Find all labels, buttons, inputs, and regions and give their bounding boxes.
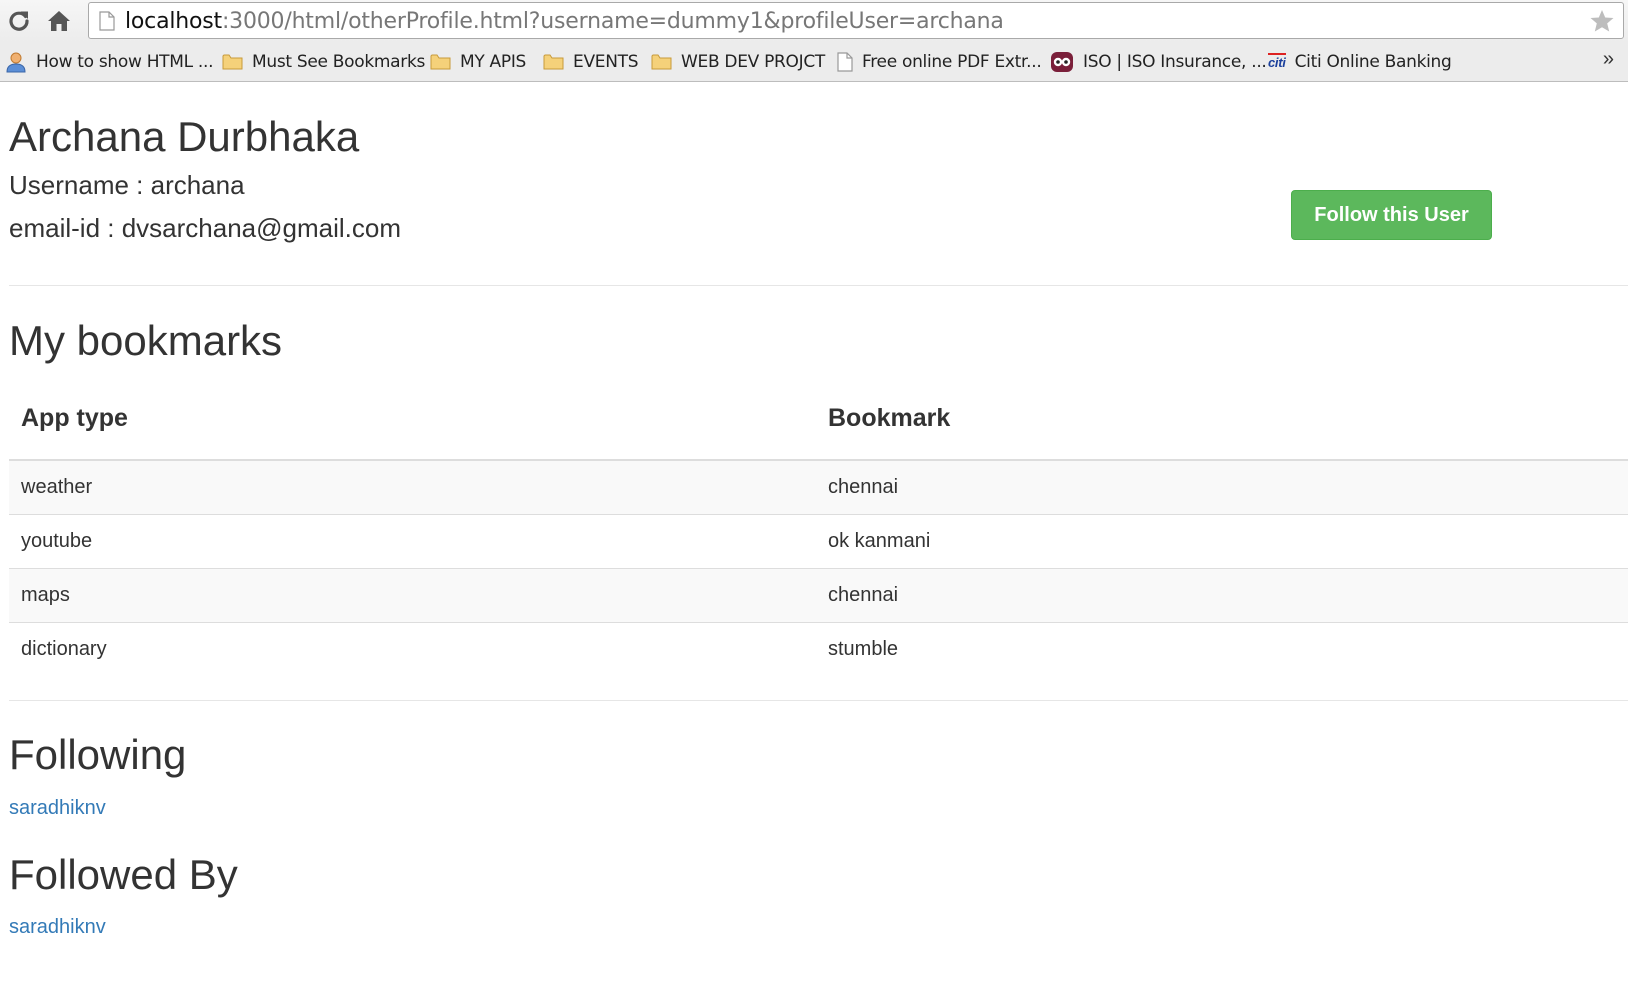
bookmark-item-citi[interactable]: citi Citi Online Banking <box>1268 49 1452 75</box>
bookmarks-bar: How to show HTML ... Must See Bookmarks … <box>0 43 1628 82</box>
table-row: youtube ok kanmani <box>9 514 1628 569</box>
bookmark-folder-my-apis[interactable]: MY APIS <box>430 49 526 75</box>
following-section-title: Following <box>9 731 187 778</box>
bookmark-label: WEB DEV PROJCT <box>681 52 825 72</box>
profile-username: Username : archana <box>9 170 245 200</box>
folder-icon <box>222 53 243 71</box>
followed-by-section-title: Followed By <box>9 851 238 898</box>
url-host: localhost <box>125 9 222 34</box>
table-header-row: App type Bookmark <box>9 377 1628 461</box>
column-header-bookmark: Bookmark <box>816 377 1628 461</box>
citi-logo-text: citi <box>1268 52 1286 70</box>
divider <box>9 700 1628 701</box>
cell-app-type: weather <box>9 459 816 515</box>
cell-app-type: dictionary <box>9 622 816 676</box>
bookmark-item-html[interactable]: How to show HTML ... <box>5 49 214 75</box>
folder-icon <box>543 53 564 71</box>
cell-bookmark: ok kanmani <box>816 514 1628 569</box>
bookmark-folder-web-dev[interactable]: WEB DEV PROJCT <box>651 49 825 75</box>
folder-icon <box>430 53 451 71</box>
cell-bookmark: chennai <box>816 459 1628 515</box>
more-bookmarks-chevron-icon[interactable]: » <box>1603 48 1614 71</box>
bookmark-label: MY APIS <box>460 52 527 72</box>
bookmark-label: Must See Bookmarks <box>252 52 426 72</box>
citi-logo-icon: citi <box>1268 52 1286 71</box>
column-header-app-type: App type <box>9 377 816 461</box>
iso-logo-icon <box>1050 51 1074 73</box>
table-row: weather chennai <box>9 459 1628 515</box>
home-icon[interactable] <box>46 8 72 34</box>
reload-icon[interactable] <box>6 8 32 34</box>
divider <box>9 285 1628 286</box>
profile-name: Archana Durbhaka <box>9 113 360 160</box>
bookmarks-section-title: My bookmarks <box>9 317 283 364</box>
table-row: maps chennai <box>9 568 1628 623</box>
bookmark-label: Citi Online Banking <box>1294 52 1452 72</box>
bookmark-star-icon[interactable] <box>1589 8 1615 39</box>
bookmark-label: EVENTS <box>573 52 639 72</box>
bookmarks-table: App type Bookmark weather chennai youtub… <box>9 377 1628 676</box>
browser-toolbar: localhost:3000/html/otherProfile.html?us… <box>0 0 1628 43</box>
following-user-link[interactable]: saradhiknv <box>9 796 106 820</box>
page-icon <box>837 52 853 72</box>
profile-email: email-id : dvsarchana@gmail.com <box>9 213 401 243</box>
table-row: dictionary stumble <box>9 622 1628 676</box>
cell-app-type: youtube <box>9 514 816 569</box>
cell-app-type: maps <box>9 568 816 623</box>
bookmark-folder-must-see[interactable]: Must See Bookmarks <box>222 49 425 75</box>
url-path: :3000/html/otherProfile.html?username=du… <box>221 9 1004 34</box>
user-avatar-icon <box>5 51 27 73</box>
bookmark-item-iso[interactable]: ISO | ISO Insurance, ... <box>1050 49 1267 75</box>
bookmark-folder-events[interactable]: EVENTS <box>543 49 639 75</box>
bookmark-label: ISO | ISO Insurance, ... <box>1083 52 1267 72</box>
bookmark-label: Free online PDF Extr... <box>862 52 1042 72</box>
cell-bookmark: chennai <box>816 568 1628 623</box>
address-bar[interactable]: localhost:3000/html/otherProfile.html?us… <box>88 2 1624 39</box>
bookmark-item-pdf[interactable]: Free online PDF Extr... <box>837 49 1042 75</box>
followed-by-user-link[interactable]: saradhiknv <box>9 915 106 939</box>
bookmark-label: How to show HTML ... <box>36 52 214 72</box>
url-text[interactable]: localhost:3000/html/otherProfile.html?us… <box>125 9 1004 34</box>
page-icon <box>99 11 115 36</box>
follow-user-button[interactable]: Follow this User <box>1291 190 1492 240</box>
folder-icon <box>651 53 672 71</box>
cell-bookmark: stumble <box>816 622 1628 676</box>
